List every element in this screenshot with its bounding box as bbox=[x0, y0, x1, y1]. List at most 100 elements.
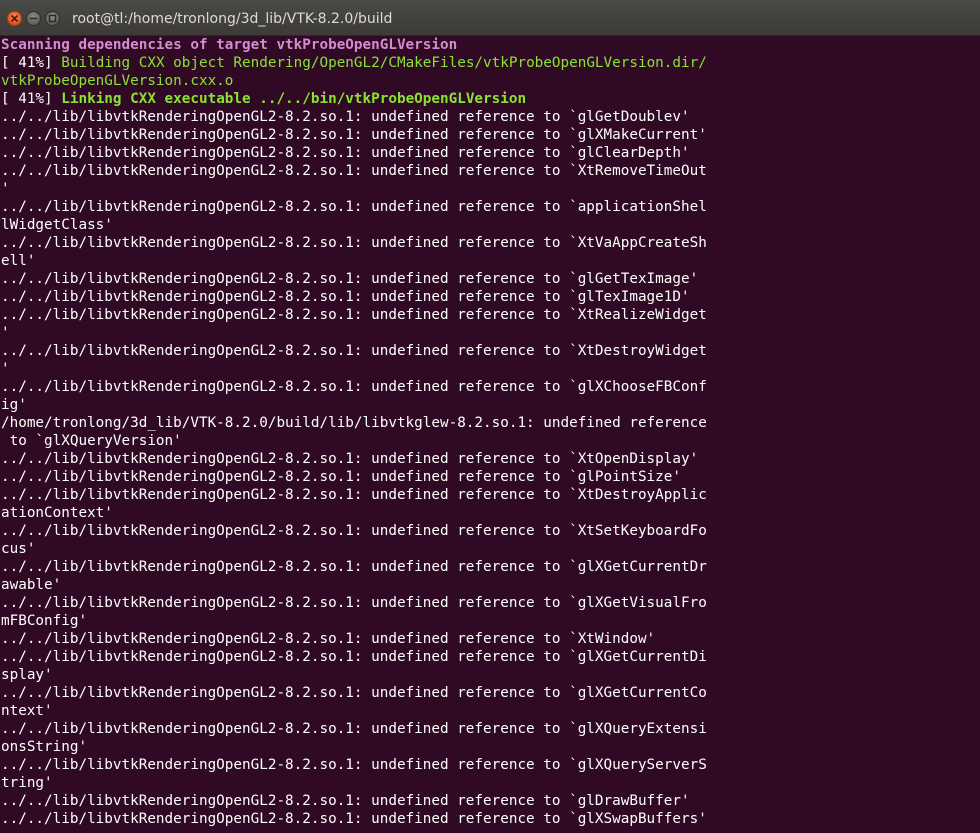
terminal-line: ../../lib/libvtkRenderingOpenGL2-8.2.so.… bbox=[0, 486, 980, 504]
terminal-text-segment: ../../lib/libvtkRenderingOpenGL2-8.2.so.… bbox=[1, 811, 707, 827]
terminal-text-segment: tring' bbox=[1, 775, 53, 791]
terminal-text-segment: to `glXQueryVersion' bbox=[1, 433, 182, 449]
terminal-line: Scanning dependencies of target vtkProbe… bbox=[0, 36, 980, 54]
terminal-text-segment: ../../lib/libvtkRenderingOpenGL2-8.2.so.… bbox=[1, 271, 699, 287]
terminal-text-segment: [ 41%] bbox=[1, 91, 62, 107]
terminal-line: splay' bbox=[0, 666, 980, 684]
terminal-line: [ 41%] Building CXX object Rendering/Ope… bbox=[0, 54, 980, 72]
terminal-line: onsString' bbox=[0, 738, 980, 756]
terminal-line: ../../lib/libvtkRenderingOpenGL2-8.2.so.… bbox=[0, 468, 980, 486]
terminal-text-segment: ig' bbox=[1, 397, 27, 413]
terminal-text-segment: ../../lib/libvtkRenderingOpenGL2-8.2.so.… bbox=[1, 685, 707, 701]
terminal-text-segment: ../../lib/libvtkRenderingOpenGL2-8.2.so.… bbox=[1, 595, 707, 611]
terminal-line: ../../lib/libvtkRenderingOpenGL2-8.2.so.… bbox=[0, 558, 980, 576]
terminal-text-segment: ' bbox=[1, 181, 10, 197]
terminal-text-segment: ../../lib/libvtkRenderingOpenGL2-8.2.so.… bbox=[1, 631, 656, 647]
terminal-text-segment: ../../lib/libvtkRenderingOpenGL2-8.2.so.… bbox=[1, 343, 707, 359]
terminal-text-segment: ' bbox=[1, 325, 10, 341]
terminal-text-segment: ../../lib/libvtkRenderingOpenGL2-8.2.so.… bbox=[1, 721, 707, 737]
terminal-line: ../../lib/libvtkRenderingOpenGL2-8.2.so.… bbox=[0, 288, 980, 306]
terminal-text-segment: ../../lib/libvtkRenderingOpenGL2-8.2.so.… bbox=[1, 235, 707, 251]
terminal-text-segment: ' bbox=[1, 361, 10, 377]
terminal-text-segment: lWidgetClass' bbox=[1, 217, 113, 233]
terminal-line: mFBConfig' bbox=[0, 612, 980, 630]
terminal-line: vtkProbeOpenGLVersion.cxx.o bbox=[0, 72, 980, 90]
terminal-text-segment: Scanning dependencies of target vtkProbe… bbox=[1, 37, 458, 53]
minimize-icon bbox=[29, 17, 38, 20]
terminal-line: ntext' bbox=[0, 702, 980, 720]
terminal-text-segment: cus' bbox=[1, 541, 36, 557]
maximize-button[interactable] bbox=[45, 11, 60, 26]
terminal-line: ../../lib/libvtkRenderingOpenGL2-8.2.so.… bbox=[0, 270, 980, 288]
terminal-text-segment: ../../lib/libvtkRenderingOpenGL2-8.2.so.… bbox=[1, 289, 690, 305]
terminal-text-segment: ../../lib/libvtkRenderingOpenGL2-8.2.so.… bbox=[1, 145, 690, 161]
terminal-line: ../../lib/libvtkRenderingOpenGL2-8.2.so.… bbox=[0, 648, 980, 666]
terminal-text-segment: ../../lib/libvtkRenderingOpenGL2-8.2.so.… bbox=[1, 559, 707, 575]
terminal-line: ../../lib/libvtkRenderingOpenGL2-8.2.so.… bbox=[0, 108, 980, 126]
window-title: root@tl:/home/tronlong/3d_lib/VTK-8.2.0/… bbox=[72, 11, 393, 27]
terminal-line: /home/tronlong/3d_lib/VTK-8.2.0/build/li… bbox=[0, 414, 980, 432]
terminal-line: ../../lib/libvtkRenderingOpenGL2-8.2.so.… bbox=[0, 810, 980, 828]
terminal-line: ../../lib/libvtkRenderingOpenGL2-8.2.so.… bbox=[0, 126, 980, 144]
terminal-line: ../../lib/libvtkRenderingOpenGL2-8.2.so.… bbox=[0, 594, 980, 612]
terminal-line: ell' bbox=[0, 252, 980, 270]
terminal-text-segment: onsString' bbox=[1, 739, 88, 755]
terminal-line: ../../lib/libvtkRenderingOpenGL2-8.2.so.… bbox=[0, 378, 980, 396]
terminal-line: lWidgetClass' bbox=[0, 216, 980, 234]
terminal-text-segment: ../../lib/libvtkRenderingOpenGL2-8.2.so.… bbox=[1, 793, 690, 809]
terminal-line: tring' bbox=[0, 774, 980, 792]
terminal-text-segment: ationContext' bbox=[1, 505, 113, 521]
terminal-line: ../../lib/libvtkRenderingOpenGL2-8.2.so.… bbox=[0, 756, 980, 774]
terminal-text-segment: ../../lib/libvtkRenderingOpenGL2-8.2.so.… bbox=[1, 163, 707, 179]
terminal-text-segment: [ 41%] bbox=[1, 55, 62, 71]
terminal-line: ../../lib/libvtkRenderingOpenGL2-8.2.so.… bbox=[0, 234, 980, 252]
terminal-line: ../../lib/libvtkRenderingOpenGL2-8.2.so.… bbox=[0, 450, 980, 468]
terminal-text-segment: splay' bbox=[1, 667, 53, 683]
terminal-text-segment: ../../lib/libvtkRenderingOpenGL2-8.2.so.… bbox=[1, 469, 681, 485]
terminal-window: root@tl:/home/tronlong/3d_lib/VTK-8.2.0/… bbox=[0, 0, 980, 833]
terminal-text-segment: awable' bbox=[1, 577, 62, 593]
terminal-text-segment: /home/tronlong/3d_lib/VTK-8.2.0/build/li… bbox=[1, 415, 707, 431]
terminal-output[interactable]: Scanning dependencies of target vtkProbe… bbox=[0, 36, 980, 833]
terminal-line: awable' bbox=[0, 576, 980, 594]
terminal-line: ' bbox=[0, 180, 980, 198]
terminal-text-segment: ../../lib/libvtkRenderingOpenGL2-8.2.so.… bbox=[1, 109, 690, 125]
terminal-line: ig' bbox=[0, 396, 980, 414]
terminal-line: ../../lib/libvtkRenderingOpenGL2-8.2.so.… bbox=[0, 720, 980, 738]
terminal-line: ationContext' bbox=[0, 504, 980, 522]
terminal-text-segment: ../../lib/libvtkRenderingOpenGL2-8.2.so.… bbox=[1, 649, 707, 665]
terminal-line: ../../lib/libvtkRenderingOpenGL2-8.2.so.… bbox=[0, 162, 980, 180]
terminal-text-segment: ../../lib/libvtkRenderingOpenGL2-8.2.so.… bbox=[1, 451, 699, 467]
terminal-text-segment: ../../lib/libvtkRenderingOpenGL2-8.2.so.… bbox=[1, 487, 707, 503]
terminal-line: [ 41%] Linking CXX executable ../../bin/… bbox=[0, 90, 980, 108]
close-button[interactable] bbox=[7, 11, 22, 26]
terminal-line: to `glXQueryVersion' bbox=[0, 432, 980, 450]
terminal-text-segment: vtkProbeOpenGLVersion.cxx.o bbox=[1, 73, 234, 89]
terminal-line: ../../lib/libvtkRenderingOpenGL2-8.2.so.… bbox=[0, 144, 980, 162]
terminal-line: cus' bbox=[0, 540, 980, 558]
terminal-text-segment: ../../lib/libvtkRenderingOpenGL2-8.2.so.… bbox=[1, 307, 707, 323]
terminal-text-segment: ../../lib/libvtkRenderingOpenGL2-8.2.so.… bbox=[1, 523, 707, 539]
terminal-text-segment: Linking CXX executable ../../bin/vtkProb… bbox=[61, 91, 527, 107]
close-icon bbox=[11, 15, 18, 22]
terminal-line: ../../lib/libvtkRenderingOpenGL2-8.2.so.… bbox=[0, 198, 980, 216]
terminal-text-segment: Building CXX object Rendering/OpenGL2/CM… bbox=[61, 55, 707, 71]
terminal-line: ../../lib/libvtkRenderingOpenGL2-8.2.so.… bbox=[0, 342, 980, 360]
terminal-text-segment: ../../lib/libvtkRenderingOpenGL2-8.2.so.… bbox=[1, 757, 707, 773]
maximize-icon bbox=[48, 14, 57, 23]
terminal-line: ../../lib/libvtkRenderingOpenGL2-8.2.so.… bbox=[0, 684, 980, 702]
terminal-text-segment: ell' bbox=[1, 253, 36, 269]
minimize-button[interactable] bbox=[26, 11, 41, 26]
terminal-line: ../../lib/libvtkRenderingOpenGL2-8.2.so.… bbox=[0, 792, 980, 810]
terminal-text-segment: mFBConfig' bbox=[1, 613, 88, 629]
terminal-line: ../../lib/libvtkRenderingOpenGL2-8.2.so.… bbox=[0, 306, 980, 324]
terminal-text-segment: ntext' bbox=[1, 703, 53, 719]
terminal-line: ../../lib/libvtkRenderingOpenGL2-8.2.so.… bbox=[0, 522, 980, 540]
terminal-line: ' bbox=[0, 324, 980, 342]
terminal-line: ../../lib/libvtkRenderingOpenGL2-8.2.so.… bbox=[0, 630, 980, 648]
terminal-line: ' bbox=[0, 360, 980, 378]
title-bar[interactable]: root@tl:/home/tronlong/3d_lib/VTK-8.2.0/… bbox=[0, 0, 980, 36]
terminal-text-segment: ../../lib/libvtkRenderingOpenGL2-8.2.so.… bbox=[1, 127, 707, 143]
terminal-text-segment: ../../lib/libvtkRenderingOpenGL2-8.2.so.… bbox=[1, 379, 707, 395]
terminal-text-segment: ../../lib/libvtkRenderingOpenGL2-8.2.so.… bbox=[1, 199, 707, 215]
